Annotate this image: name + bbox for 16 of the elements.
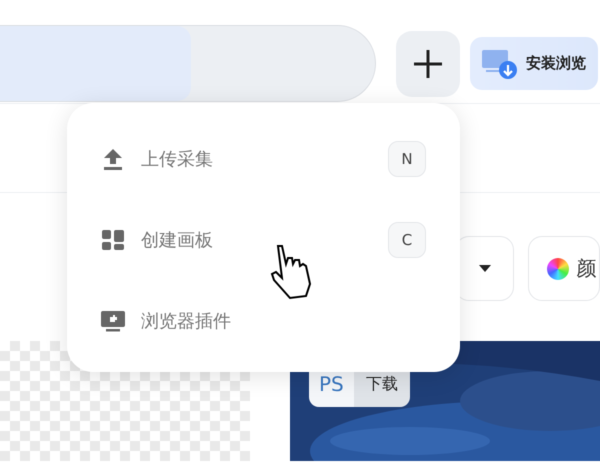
monitor-icon — [101, 308, 125, 332]
color-wheel-icon — [546, 258, 568, 280]
color-filter[interactable]: 颜 — [528, 236, 600, 301]
plus-icon — [414, 50, 442, 78]
upload-icon — [101, 146, 125, 170]
grid-icon — [101, 228, 125, 252]
add-button[interactable] — [396, 30, 460, 96]
install-extension-button[interactable]: 安装浏览 — [470, 37, 598, 90]
menu-item[interactable]: 浏览器插件 — [101, 280, 426, 361]
shortcut-key: N — [388, 140, 426, 176]
menu-item[interactable]: 创建画板 C — [101, 199, 426, 280]
shortcut-key: C — [388, 222, 426, 258]
monitor-download-icon — [482, 48, 518, 80]
menu-item[interactable]: 上传采集 N — [101, 118, 426, 199]
search-field[interactable] — [0, 25, 376, 102]
caret-icon — [478, 265, 490, 272]
